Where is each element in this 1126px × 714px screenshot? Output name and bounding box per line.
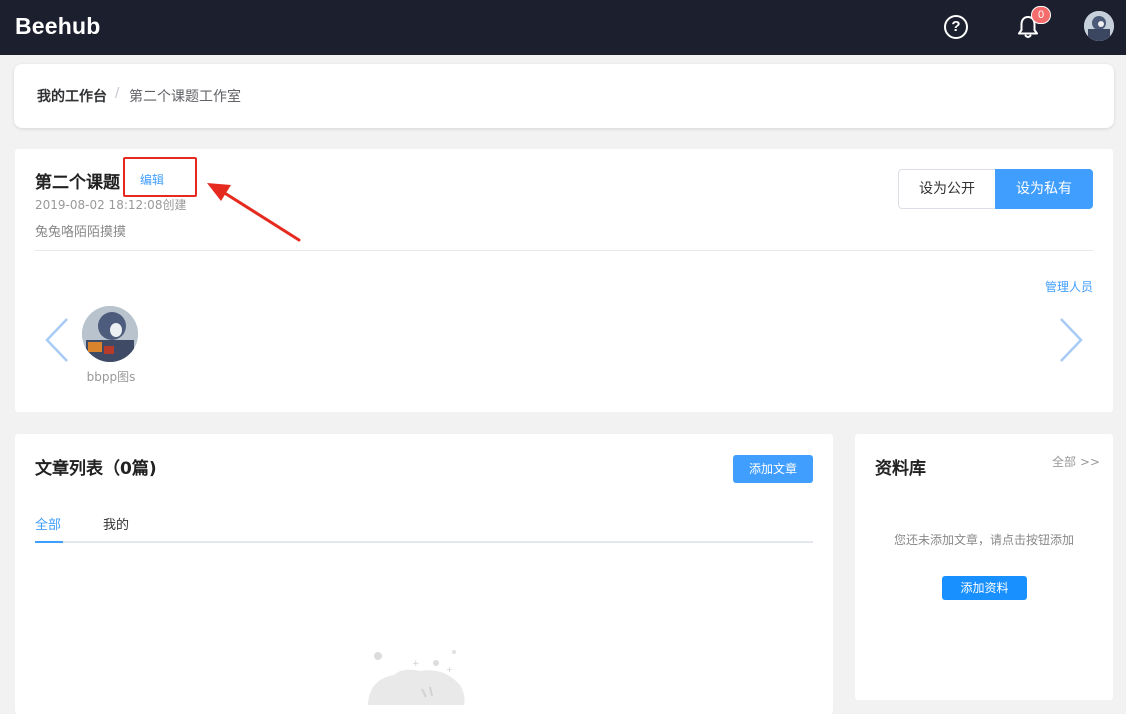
- annotation-highlight-box: [123, 157, 197, 197]
- project-description: 兔兔咯陌陌摸摸: [35, 225, 127, 240]
- chevron-left-icon[interactable]: [40, 315, 74, 365]
- brand-logo[interactable]: Beehub: [15, 13, 101, 40]
- help-icon[interactable]: ?: [944, 15, 968, 39]
- library-empty-text: 您还未添加文章，请点击按钮添加: [893, 533, 1074, 547]
- breadcrumb-workbench-link[interactable]: 我的工作台: [37, 86, 107, 106]
- library-view-all-link[interactable]: 全部 >>: [1052, 453, 1100, 470]
- breadcrumb-separator: /: [115, 86, 120, 101]
- empty-state-illustration: + +: [368, 650, 465, 705]
- tabs-underline: [35, 541, 813, 543]
- notification-badge: 0: [1031, 6, 1051, 24]
- library-title: 资料库: [875, 459, 926, 479]
- project-title: 第二个课题: [35, 173, 120, 193]
- tab-all[interactable]: 全部: [35, 514, 61, 533]
- manage-members-link[interactable]: 管理人员: [1045, 278, 1093, 295]
- member-name: bbpp图s: [86, 370, 136, 384]
- add-material-button[interactable]: 添加资料: [942, 576, 1027, 600]
- add-article-button[interactable]: 添加文章: [733, 455, 813, 483]
- breadcrumb-current: 第二个课题工作室: [129, 89, 241, 105]
- set-private-button[interactable]: 设为私有: [995, 169, 1093, 209]
- project-created-date: 2019-08-02 18:12:08创建: [35, 198, 187, 212]
- member-avatar[interactable]: [82, 306, 138, 362]
- chevron-right-icon[interactable]: [1054, 315, 1088, 365]
- user-avatar[interactable]: [1084, 11, 1114, 41]
- svg-text:+: +: [446, 665, 453, 674]
- set-public-button[interactable]: 设为公开: [898, 169, 996, 209]
- annotation-arrow-icon: [207, 183, 301, 242]
- divider: [35, 250, 1093, 251]
- article-list-title: 文章列表（0篇): [35, 459, 157, 479]
- tab-mine[interactable]: 我的: [103, 514, 129, 533]
- svg-text:+: +: [412, 659, 420, 669]
- active-tab-indicator: [35, 541, 63, 543]
